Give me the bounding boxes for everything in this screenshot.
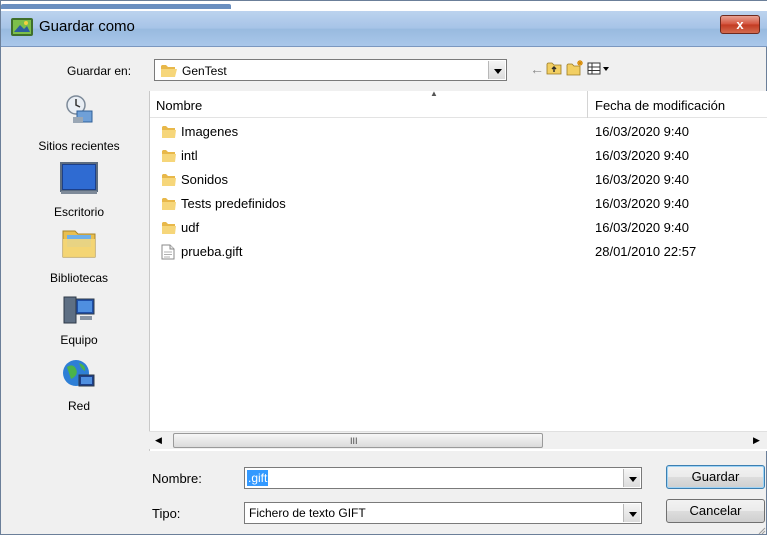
scroll-right-icon[interactable]: ▶ [753,435,760,446]
window-title: Guardar como [39,18,135,35]
file-list-header: Nombre ▲ Fecha de modificación [150,89,767,118]
libraries-icon [62,230,96,258]
file-row-folder[interactable]: intl 16/03/2020 9:40 [150,144,767,168]
cancel-button[interactable]: Cancelar [666,499,765,523]
place-network[interactable]: Red [9,357,149,421]
file-type-label: Tipo: [152,506,181,521]
horizontal-scrollbar[interactable]: ◀ III ▶ [149,431,767,449]
chevron-down-icon[interactable] [623,504,640,522]
top-strip [1,1,767,11]
file-name: intl [181,148,198,163]
place-computer-label: Equipo [60,333,98,347]
chevron-down-icon[interactable] [623,469,640,487]
folder-icon [162,222,176,234]
column-header-name[interactable]: Nombre [156,98,202,113]
document-icon [161,244,175,260]
place-recent-label: Sitios recientes [38,139,120,153]
places-bar: Sitios recientes Escritorio Bibliotecas [9,91,149,461]
place-libraries-label: Bibliotecas [49,271,109,285]
place-desktop[interactable]: Escritorio [9,161,149,225]
close-button[interactable]: x [720,15,760,34]
file-date: 16/03/2020 9:40 [595,172,689,187]
file-date: 16/03/2020 9:40 [595,124,689,139]
file-row-folder[interactable]: Sonidos 16/03/2020 9:40 [150,168,767,192]
up-folder-icon[interactable] [546,60,562,76]
save-in-value: GenTest [182,64,227,78]
file-name: prueba.gift [181,244,243,259]
file-name-value[interactable]: .gift [247,470,269,486]
save-as-dialog: Guardar como x Guardar en: GenTest ← Sit… [0,0,767,535]
file-list: Nombre ▲ Fecha de modificación Imagenes … [149,89,767,451]
file-row-document[interactable]: prueba.gift 28/01/2010 22:57 [150,240,767,264]
folder-icon [162,174,176,186]
place-computer[interactable]: Equipo [9,293,149,357]
sort-ascending-icon: ▲ [430,89,438,98]
place-network-label: Red [67,399,90,413]
recent-places-icon [66,95,93,123]
scroll-left-icon[interactable]: ◀ [155,435,162,446]
scrollbar-grip: III [350,436,358,446]
new-folder-icon[interactable] [566,60,584,76]
file-name: udf [181,220,200,235]
file-date: 16/03/2020 9:40 [595,220,689,235]
close-icon: x [736,17,744,32]
folder-icon [162,126,176,138]
file-date: 16/03/2020 9:40 [595,148,689,163]
file-row-folder[interactable]: Tests predefinidos 16/03/2020 9:40 [150,192,767,216]
file-date: 28/01/2010 22:57 [595,244,697,259]
back-arrow-icon[interactable]: ← [530,60,544,78]
place-recent[interactable]: Sitios recientes [9,93,149,157]
computer-icon [63,296,95,324]
column-divider[interactable] [587,91,588,118]
folder-icon [162,198,176,210]
file-type-dropdown[interactable]: Fichero de texto GIFT [244,502,642,524]
chevron-down-icon[interactable] [488,61,505,79]
save-button[interactable]: Guardar [666,465,765,489]
scrollbar-thumb[interactable]: III [173,433,543,448]
save-in-dropdown[interactable]: GenTest [154,59,507,81]
desktop-icon [60,162,98,194]
folder-icon [161,65,177,77]
place-libraries[interactable]: Bibliotecas [9,225,149,289]
network-icon [63,360,95,387]
file-name-label: Nombre: [152,471,202,486]
place-desktop-label: Escritorio [53,205,104,219]
app-icon [11,18,33,36]
resize-grip-icon[interactable] [757,526,766,535]
folder-icon [162,150,176,162]
file-type-value: Fichero de texto GIFT [249,506,366,520]
file-name: Tests predefinidos [181,196,286,211]
column-header-date[interactable]: Fecha de modificación [595,98,725,113]
view-menu-icon[interactable] [587,60,611,76]
save-in-label: Guardar en: [67,64,132,78]
file-name: Sonidos [181,172,228,187]
file-date: 16/03/2020 9:40 [595,196,689,211]
file-row-folder[interactable]: udf 16/03/2020 9:40 [150,216,767,240]
file-name-input[interactable]: .gift [244,467,642,489]
file-name: Imagenes [181,124,239,139]
file-row-folder[interactable]: Imagenes 16/03/2020 9:40 [150,120,767,144]
